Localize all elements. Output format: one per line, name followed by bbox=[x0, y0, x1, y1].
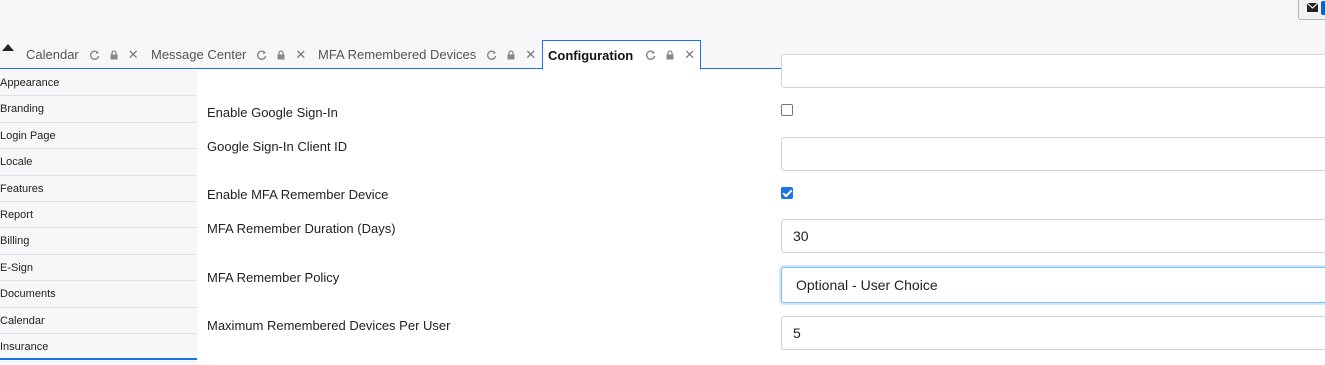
previous-field-input[interactable] bbox=[781, 54, 1325, 88]
mfa-duration-input[interactable]: 30 bbox=[781, 219, 1325, 253]
refresh-icon[interactable] bbox=[487, 50, 497, 60]
lock-icon[interactable] bbox=[665, 50, 675, 60]
max-devices-input[interactable]: 5 bbox=[781, 316, 1325, 350]
google-client-id-label: Google Sign-In Client ID bbox=[207, 139, 348, 154]
notification-indicator bbox=[1321, 1, 1325, 15]
config-sidebar: Appearance Branding Login Page Locale Fe… bbox=[0, 70, 197, 365]
tab-label: Calendar bbox=[26, 47, 79, 62]
envelope-icon bbox=[1307, 3, 1318, 12]
close-icon[interactable]: ✕ bbox=[525, 48, 536, 61]
collapse-caret-icon[interactable] bbox=[2, 44, 14, 51]
sidebar-item-documents[interactable]: Documents bbox=[0, 281, 197, 308]
mfa-policy-label: MFA Remember Policy bbox=[207, 270, 340, 285]
refresh-icon[interactable] bbox=[257, 50, 267, 60]
sidebar-item-locale[interactable]: Locale bbox=[0, 149, 197, 176]
sidebar-item-esign[interactable]: E-Sign bbox=[0, 255, 197, 282]
tab-calendar[interactable]: Calendar ✕ bbox=[26, 40, 139, 69]
refresh-icon[interactable] bbox=[89, 50, 100, 60]
close-icon[interactable]: ✕ bbox=[128, 48, 139, 61]
mfa-duration-label: MFA Remember Duration (Days) bbox=[207, 221, 396, 236]
tab-message-center[interactable]: Message Center ✕ bbox=[151, 40, 306, 69]
mfa-remember-checkbox[interactable] bbox=[781, 187, 793, 199]
tab-label: Configuration bbox=[548, 47, 634, 63]
tab-label: MFA Remembered Devices bbox=[318, 47, 477, 62]
tab-configuration[interactable]: Configuration ✕ bbox=[542, 40, 701, 70]
lock-icon[interactable] bbox=[276, 49, 286, 60]
lock-icon[interactable] bbox=[109, 49, 119, 60]
google-client-id-input[interactable] bbox=[781, 137, 1325, 171]
configuration-form: Enable Google Sign-In Google Sign-In Cli… bbox=[197, 54, 1325, 365]
sidebar-item-billing[interactable]: Billing bbox=[0, 228, 197, 255]
lock-icon[interactable] bbox=[506, 49, 516, 60]
mfa-policy-select[interactable]: Optional - User Choice bbox=[781, 267, 1325, 303]
sidebar-item-report[interactable]: Report bbox=[0, 202, 197, 229]
message-button[interactable] bbox=[1298, 0, 1325, 20]
tab-mfa-remembered-devices[interactable]: MFA Remembered Devices ✕ bbox=[318, 40, 536, 69]
max-devices-label: Maximum Remembered Devices Per User bbox=[207, 318, 451, 333]
close-icon[interactable]: ✕ bbox=[295, 48, 306, 61]
sidebar-item-calendar[interactable]: Calendar bbox=[0, 308, 197, 334]
google-signin-checkbox[interactable] bbox=[781, 104, 793, 116]
sidebar-item-login-page[interactable]: Login Page bbox=[0, 123, 197, 150]
mfa-remember-label: Enable MFA Remember Device bbox=[207, 187, 389, 202]
google-signin-label: Enable Google Sign-In bbox=[207, 105, 338, 120]
sidebar-item-appearance[interactable]: Appearance bbox=[0, 70, 197, 97]
sidebar-item-features[interactable]: Features bbox=[0, 176, 197, 202]
tab-label: Message Center bbox=[151, 47, 247, 62]
sidebar-item-insurance[interactable]: Insurance bbox=[0, 334, 197, 361]
close-icon[interactable]: ✕ bbox=[684, 48, 695, 61]
top-bar bbox=[0, 0, 1325, 40]
sidebar-item-branding[interactable]: Branding bbox=[0, 96, 197, 123]
refresh-icon[interactable] bbox=[646, 50, 656, 60]
